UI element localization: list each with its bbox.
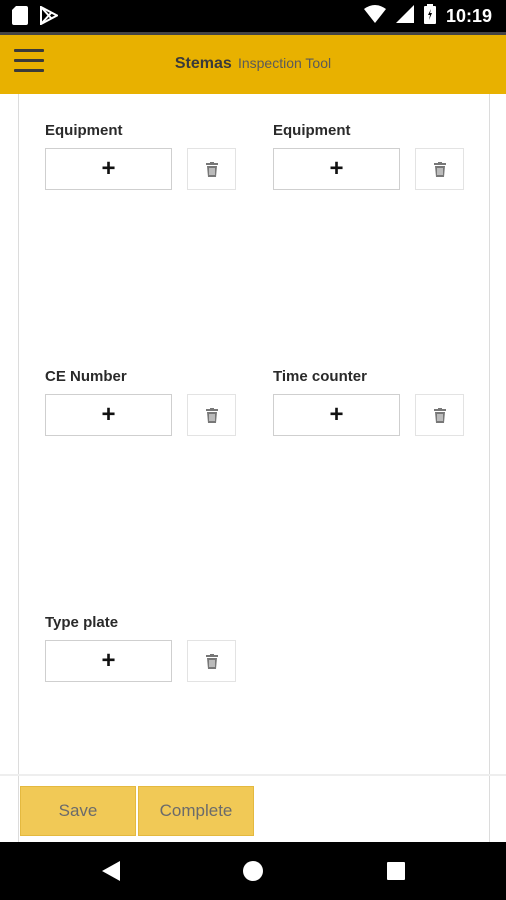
status-bar: 10:19 bbox=[0, 0, 506, 32]
add-photo-button[interactable]: + bbox=[273, 394, 400, 436]
field-label: Type plate bbox=[45, 614, 119, 631]
navigation-bar bbox=[0, 842, 506, 900]
field-label: Equipment bbox=[273, 122, 351, 139]
wifi-icon bbox=[363, 5, 386, 28]
footer-bar: Save Complete bbox=[18, 776, 490, 842]
app-bar: Stemas Inspection Tool bbox=[0, 32, 506, 94]
trash-icon bbox=[433, 161, 446, 177]
add-photo-button[interactable]: + bbox=[45, 640, 172, 682]
add-photo-button[interactable]: + bbox=[273, 148, 400, 190]
sd-card-icon bbox=[12, 6, 28, 30]
save-button[interactable]: Save bbox=[20, 786, 136, 836]
field-equipment-2: Equipment + bbox=[273, 122, 473, 190]
play-store-icon bbox=[40, 5, 60, 30]
trash-icon bbox=[205, 653, 218, 669]
form-content: Equipment + Equipment + CE Number + Time… bbox=[18, 94, 490, 776]
app-subtitle: Inspection Tool bbox=[237, 55, 332, 71]
field-label: CE Number bbox=[45, 368, 127, 385]
field-ce-number: CE Number + bbox=[45, 368, 245, 436]
trash-icon bbox=[433, 407, 446, 423]
status-clock: 10:19 bbox=[445, 6, 492, 26]
home-icon[interactable] bbox=[242, 860, 264, 887]
field-label: Equipment bbox=[45, 122, 123, 139]
battery-icon bbox=[423, 4, 436, 29]
delete-button[interactable] bbox=[187, 640, 236, 682]
back-icon[interactable] bbox=[100, 859, 122, 888]
delete-button[interactable] bbox=[187, 148, 236, 190]
trash-icon bbox=[205, 407, 218, 423]
trash-icon bbox=[205, 161, 218, 177]
add-photo-button[interactable]: + bbox=[45, 394, 172, 436]
field-type-plate: Type plate + bbox=[45, 614, 245, 682]
delete-button[interactable] bbox=[415, 148, 464, 190]
app-title: Stemas Inspection Tool bbox=[0, 55, 506, 73]
add-photo-button[interactable]: + bbox=[45, 148, 172, 190]
signal-icon bbox=[395, 5, 414, 28]
field-label: Time counter bbox=[273, 368, 367, 385]
complete-button[interactable]: Complete bbox=[138, 786, 254, 836]
field-equipment-1: Equipment + bbox=[45, 122, 245, 190]
recents-icon[interactable] bbox=[386, 861, 406, 886]
app-brand: Stemas bbox=[174, 55, 232, 72]
field-time-counter: Time counter + bbox=[273, 368, 473, 436]
delete-button[interactable] bbox=[187, 394, 236, 436]
delete-button[interactable] bbox=[415, 394, 464, 436]
